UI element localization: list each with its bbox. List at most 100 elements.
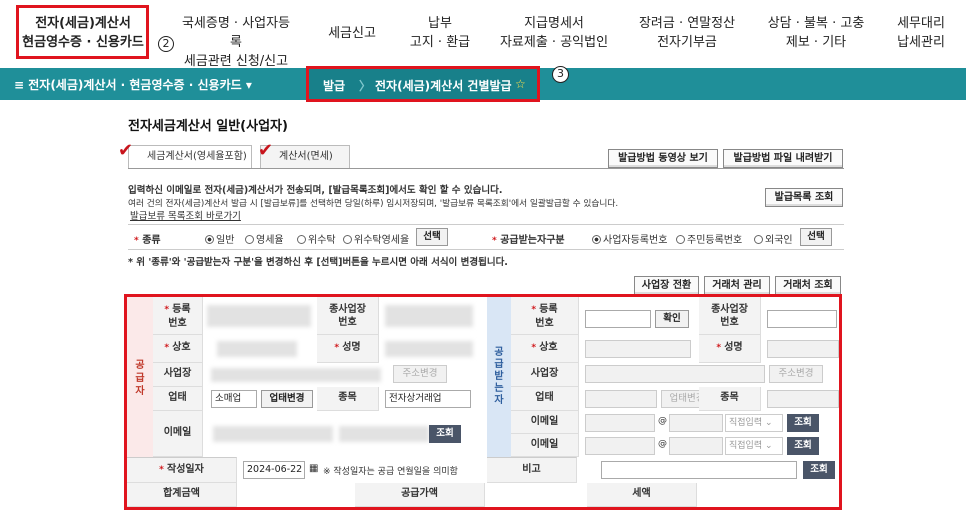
supplier-section-label: 공급자 [127, 297, 153, 457]
receiver-email2-domain[interactable] [669, 437, 723, 455]
chevron-down-icon: ⌄ [765, 418, 773, 428]
nav-label: 고지 · 환급 [409, 35, 471, 50]
chevron-down-icon: ⌄ [765, 441, 773, 451]
receiver-biztype-input[interactable] [585, 390, 657, 408]
radio-icon [754, 235, 763, 244]
client-manage-button[interactable]: 거래처 관리 [704, 276, 770, 295]
supplier-address-change-button[interactable]: 주소변경 [393, 365, 447, 383]
supplier-name-value [217, 341, 297, 357]
kind-label: * 종류 [134, 235, 161, 246]
supplier-email-label: 이메일 [153, 411, 203, 457]
receiver-item-input[interactable] [767, 390, 839, 408]
receiver-email2-id[interactable] [585, 437, 655, 455]
checkmark-icon: ✔ [258, 140, 274, 161]
calendar-icon[interactable]: ▦ [309, 463, 318, 474]
page-title: 전자세금계산서 일반(사업자) [128, 119, 288, 134]
nav-consult[interactable]: 상담 · 불복 · 고충 제보 · 기타 [760, 14, 872, 52]
kind-option-consign-zero[interactable]: 위수탁영세율 [343, 231, 409, 246]
hold-list-link[interactable]: 발급보류 목록조회 바로가기 [130, 208, 241, 222]
receiver-biztype-label: 업태 [511, 387, 579, 411]
nav-label: 납세관리 [897, 35, 945, 50]
highlight-box-1 [16, 5, 149, 59]
breadcrumb-separator-icon: 〉 [359, 79, 372, 93]
issue-list-button[interactable]: 발급목록 조회 [765, 188, 843, 207]
receiver-email2-label: 이메일 [511, 434, 579, 457]
memo-input[interactable] [601, 461, 797, 479]
supplier-biztype-input[interactable]: 소매업 [211, 390, 257, 408]
receiver-regno-label: * 등록 번호 [511, 297, 579, 335]
receiver-option-resident[interactable]: 주민등록번호 [676, 231, 742, 246]
nav-label: 장려금 · 연말정산 [638, 16, 736, 31]
supplier-ceo-value [385, 341, 473, 357]
date-note: ※ 작성일자는 공급 연월일을 의미함 [323, 467, 458, 477]
receiver-email1-lookup-button[interactable]: 조회 [787, 414, 819, 432]
tab-divider [128, 168, 844, 169]
nav-payment-statement[interactable]: 지급명세서 자료제출 · 공익법인 [496, 14, 612, 52]
receiver-email1-domain-select[interactable]: 직접입력 ⌄ [725, 414, 783, 432]
date-label: * 작성일자 [127, 457, 237, 483]
supplier-email-id [213, 426, 333, 442]
nav-label: 지급명세서 [524, 16, 584, 31]
radio-icon [592, 235, 601, 244]
receiver-email1-domain[interactable] [669, 414, 723, 432]
receiver-confirm-button[interactable]: 확인 [655, 310, 689, 328]
radio-icon [676, 235, 685, 244]
marker-3: 3 [552, 66, 569, 83]
receiver-option-business[interactable]: 사업자등록번호 [592, 231, 667, 246]
change-warning: * 위 '종류'와 '공급받는자 구분'을 변경하신 후 [선택]버튼을 누르시… [128, 257, 508, 268]
tab-tax-invoice[interactable]: 세금계산서(영세율포함) [128, 145, 252, 169]
supplier-address-label: 사업장 [153, 363, 203, 387]
nav-certificate[interactable]: 국세증명 · 사업자등록 세금관련 신청/신고 [176, 14, 296, 71]
receiver-name-label: * 상호 [511, 335, 579, 363]
supplier-item-label: 종목 [317, 387, 379, 411]
receiver-address-input[interactable] [585, 365, 765, 383]
nav-tax-return[interactable]: 세금신고 [322, 24, 382, 43]
marker-2: 2 [158, 36, 174, 52]
kind-option-consign[interactable]: 위수탁 [297, 231, 336, 246]
nav-payment[interactable]: 납부 고지 · 환급 [400, 14, 480, 52]
receiver-address-change-button[interactable]: 주소변경 [769, 365, 823, 383]
tab-invoice-exempt[interactable]: 계산서(면세) [260, 145, 350, 169]
nav-label: 세무대리 [897, 16, 945, 31]
breadcrumb: 발급 〉 전자(세금)계산서 건별발급 ☆ [306, 66, 540, 102]
receiver-address-label: 사업장 [511, 363, 579, 387]
nav-incentive[interactable]: 장려금 · 연말정산 전자기부금 [634, 14, 740, 52]
receiver-email2-domain-select[interactable]: 직접입력 ⌄ [725, 437, 783, 455]
supplier-regno-label: * 등록 번호 [153, 297, 203, 335]
client-lookup-button[interactable]: 거래처 조회 [775, 276, 841, 295]
total-label: 합계금액 [127, 483, 237, 507]
supplier-address-value [211, 368, 381, 382]
receiver-email1-id[interactable] [585, 414, 655, 432]
nav-label: 자료제출 · 공익법인 [499, 35, 609, 50]
receiver-ceo-input[interactable] [767, 340, 839, 358]
receiver-email2-lookup-button[interactable]: 조회 [787, 437, 819, 455]
supplier-subno-label: 종사업장 번호 [317, 297, 379, 335]
breadcrumb-single-issue[interactable]: 전자(세금)계산서 건별발급 [375, 77, 512, 94]
nav-label: 국세증명 · 사업자등록 [181, 16, 291, 50]
receiver-option-foreigner[interactable]: 외국인 [754, 231, 793, 246]
supplier-item-input[interactable]: 전자상거래업 [385, 390, 471, 408]
receiver-subno-input[interactable] [767, 310, 837, 328]
radio-icon [297, 235, 306, 244]
switch-business-button[interactable]: 사업장 전환 [634, 276, 699, 295]
category-menu-dropdown[interactable]: ≡ 전자(세금)계산서 · 현금영수증 · 신용카드 ▾ [14, 76, 252, 93]
nav-label: 납부 [428, 16, 452, 31]
receiver-regno-input[interactable] [585, 310, 651, 328]
tax-label: 세액 [587, 483, 697, 507]
receiver-select-button[interactable]: 선택 [800, 228, 832, 246]
supplier-email-lookup-button[interactable]: 조회 [429, 425, 461, 443]
favorite-star-icon[interactable]: ☆ [515, 77, 526, 91]
nav-tax-agent[interactable]: 세무대리 납세관리 [888, 14, 954, 52]
kind-option-general[interactable]: 일반 [205, 231, 234, 246]
memo-lookup-button[interactable]: 조회 [803, 461, 835, 479]
receiver-section-label: 공급받는자 [487, 297, 511, 457]
breadcrumb-issue[interactable]: 발급 [323, 77, 345, 94]
supplier-biztype-change-button[interactable]: 업태변경 [261, 390, 313, 408]
date-input[interactable]: 2024-06-22 [243, 461, 305, 479]
video-guide-button[interactable]: 발급방법 동영상 보기 [608, 149, 718, 168]
file-guide-button[interactable]: 발급방법 파일 내려받기 [723, 149, 843, 168]
kind-select-button[interactable]: 선택 [416, 228, 448, 246]
kind-option-zero-rate[interactable]: 영세율 [245, 231, 284, 246]
receiver-name-input[interactable] [585, 340, 691, 358]
receiver-email1-label: 이메일 [511, 411, 579, 434]
